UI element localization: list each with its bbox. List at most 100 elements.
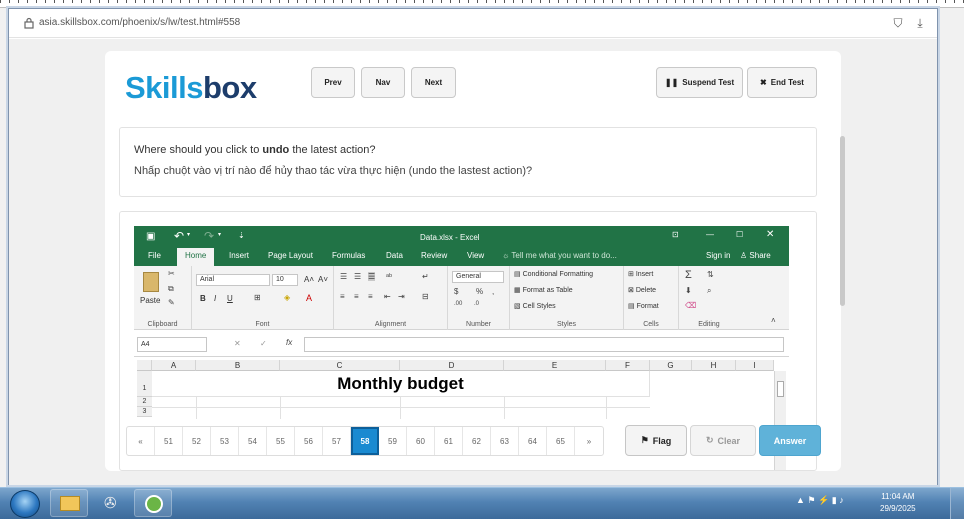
delete-cells-button[interactable]: ⊠ Delete [628, 286, 656, 294]
wrap-text-icon[interactable]: ↵ [422, 272, 429, 281]
align-right-icon[interactable]: ≡ [368, 292, 373, 301]
bottom-align-icon[interactable]: ☰ [368, 272, 376, 281]
end-test-button[interactable]: ✖ End Test [747, 67, 817, 98]
sheet-vertical-scrollbar[interactable] [774, 371, 786, 470]
number-format-select[interactable]: General [452, 271, 504, 283]
nav-button[interactable]: Nav [361, 67, 405, 98]
merge-center-icon[interactable]: ⊟ [422, 292, 429, 301]
merged-title-cell[interactable]: Monthly budget [152, 371, 650, 397]
font-size-select[interactable]: 10 [272, 274, 298, 286]
clear-button[interactable]: ↻ Clear [690, 425, 756, 456]
action-center-icon[interactable]: ⚑ [807, 495, 815, 505]
decrease-decimal-icon[interactable]: .0 [474, 301, 479, 307]
tab-page-layout[interactable]: Page Layout [268, 251, 313, 260]
autosum-icon[interactable]: Σ [685, 269, 692, 281]
cancel-entry-icon[interactable]: ✕ [234, 339, 241, 348]
address-bar[interactable]: asia.skillsbox.com/phoenix/s/lw/test.htm… [9, 9, 937, 38]
format-painter-icon[interactable]: ✎ [168, 298, 175, 307]
page-link[interactable]: 60 [407, 427, 435, 455]
answer-button[interactable]: Answer [759, 425, 821, 456]
insert-function-icon[interactable]: fx [286, 338, 292, 347]
customize-toolbar-icon[interactable]: ⇣ [238, 231, 245, 240]
clear-icon[interactable]: ⌫ [685, 301, 696, 310]
scroll-thumb[interactable] [777, 381, 784, 397]
shrink-font-icon[interactable]: A˅ [318, 275, 328, 284]
tab-home[interactable]: Home [177, 248, 215, 266]
tab-insert[interactable]: Insert [229, 251, 249, 260]
column-header[interactable]: H [692, 360, 736, 371]
accounting-icon[interactable]: $ [454, 287, 458, 296]
row-header[interactable]: 3 [137, 407, 152, 417]
align-left-icon[interactable]: ≡ [340, 292, 345, 301]
font-color-icon[interactable]: A [306, 293, 312, 303]
select-all-corner[interactable] [137, 360, 152, 371]
excel-close-icon[interactable]: ✕ [766, 229, 774, 240]
minimize-icon[interactable]: — [706, 230, 714, 239]
tray-expand-icon[interactable]: ▲ [796, 495, 805, 505]
border-icon[interactable]: ⊞ [254, 293, 261, 302]
underline-icon[interactable]: U [227, 294, 233, 303]
column-header[interactable]: G [650, 360, 692, 371]
collapse-ribbon-icon[interactable]: ˄ [771, 316, 776, 325]
row-header[interactable]: 1 [137, 371, 152, 397]
shield-icon[interactable]: ⛉ [891, 16, 905, 30]
decrease-indent-icon[interactable]: ⇤ [384, 292, 391, 301]
column-header[interactable]: I [736, 360, 774, 371]
explorer-taskbar-button[interactable] [50, 489, 88, 517]
share-button[interactable]: ♙ Share [740, 251, 771, 260]
cut-icon[interactable]: ✂ [168, 269, 175, 278]
page-link[interactable]: 51 [155, 427, 183, 455]
format-cells-button[interactable]: ▤ Format [628, 302, 659, 310]
column-header[interactable]: C [280, 360, 400, 371]
start-button[interactable] [10, 490, 40, 518]
column-header[interactable]: F [606, 360, 650, 371]
redo-icon[interactable]: ↷ [204, 229, 214, 243]
column-header[interactable]: E [504, 360, 606, 371]
increase-indent-icon[interactable]: ⇥ [398, 292, 405, 301]
redo-dropdown-icon[interactable]: ▾ [218, 231, 221, 238]
page-link[interactable]: 57 [323, 427, 351, 455]
tab-review[interactable]: Review [421, 251, 447, 260]
font-name-select[interactable]: Arial [196, 274, 270, 286]
fill-color-icon[interactable]: ◈ [284, 293, 290, 302]
increase-decimal-icon[interactable]: .00 [454, 301, 462, 307]
tab-formulas[interactable]: Formulas [332, 251, 365, 260]
tab-view[interactable]: View [467, 251, 484, 260]
power-icon[interactable]: ⚡ [818, 495, 829, 505]
column-header[interactable]: A [152, 360, 196, 371]
prev-button[interactable]: Prev [311, 67, 355, 98]
find-select-icon[interactable]: ⌕ [707, 286, 711, 296]
italic-icon[interactable]: I [214, 294, 216, 303]
page-prev-link[interactable]: « [127, 427, 155, 455]
page-link[interactable]: 59 [379, 427, 407, 455]
show-desktop-button[interactable] [950, 488, 964, 519]
page-link[interactable]: 65 [547, 427, 575, 455]
sort-filter-icon[interactable]: ⇅ [707, 270, 714, 279]
format-as-table-button[interactable]: ▦ Format as Table [514, 286, 573, 294]
grow-font-icon[interactable]: A˄ [304, 275, 314, 284]
top-align-icon[interactable]: ☰ [340, 272, 347, 281]
undo-dropdown-icon[interactable]: ▾ [187, 231, 190, 238]
url-text[interactable]: asia.skillsbox.com/phoenix/s/lw/test.htm… [39, 17, 240, 28]
ribbon-display-icon[interactable]: ⊡ [672, 230, 679, 239]
copy-icon[interactable]: ⧉ [168, 284, 174, 294]
download-icon[interactable]: ⤓ [913, 16, 927, 30]
name-box[interactable]: A4 [137, 337, 207, 352]
formula-input[interactable] [304, 337, 784, 352]
network-icon[interactable]: ▮ [832, 495, 837, 505]
page-link[interactable]: 64 [519, 427, 547, 455]
tab-data[interactable]: Data [386, 251, 403, 260]
center-icon[interactable]: ≡ [354, 292, 359, 301]
browser-taskbar-button[interactable] [134, 489, 172, 517]
tab-file[interactable]: File [148, 251, 161, 260]
cell-styles-button[interactable]: ▧ Cell Styles [514, 302, 556, 310]
page-link[interactable]: 53 [211, 427, 239, 455]
percent-icon[interactable]: % [476, 287, 483, 296]
column-header[interactable]: B [196, 360, 280, 371]
undo-icon[interactable]: ↶ [174, 229, 184, 243]
row-header[interactable]: 2 [137, 397, 152, 407]
comma-icon[interactable]: , [492, 287, 494, 296]
page-link[interactable]: 63 [491, 427, 519, 455]
next-button[interactable]: Next [411, 67, 456, 98]
maximize-icon[interactable]: ☐ [736, 230, 743, 239]
